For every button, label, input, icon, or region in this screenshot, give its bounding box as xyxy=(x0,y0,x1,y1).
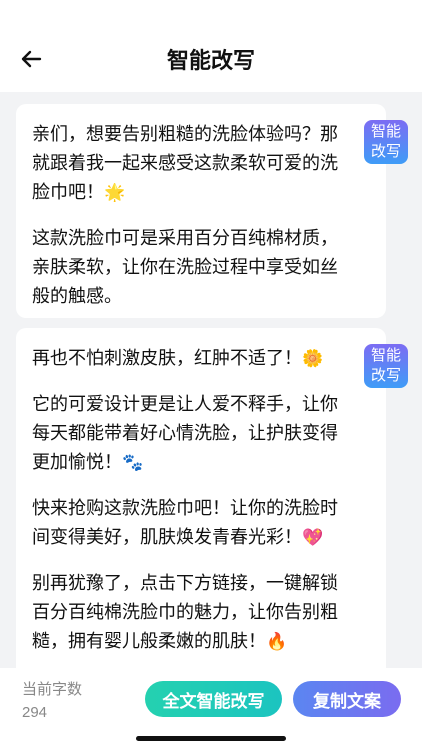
rewrite-all-button[interactable]: 全文智能改写 xyxy=(145,681,282,717)
paragraph-text: 快来抢购这款洗脸巾吧！让你的洗脸时间变得美好，肌肤焕发青春光彩！ xyxy=(32,498,338,547)
heart-emoji: 💖 xyxy=(302,528,324,547)
paragraph-text: 它的可爱设计更是让人爱不释手，让你每天都能带着好心情洗脸，让护肤变得更加愉悦！ xyxy=(32,394,338,472)
paragraph-text: 亲们，想要告别粗糙的洗脸体验吗？那就跟着我一起来感受这款柔软可爱的洗脸巾吧！ xyxy=(32,124,338,202)
card-paragraph: 亲们，想要告别粗糙的洗脸体验吗？那就跟着我一起来感受这款柔软可爱的洗脸巾吧！🌟 xyxy=(32,120,354,207)
star-emoji: 🌟 xyxy=(104,183,126,202)
rewrite-card: 再也不怕刺激皮肤，红肿不适了！🌼 它的可爱设计更是让人爱不释手，让你每天都能带着… xyxy=(16,328,408,688)
header-bar: 智能改写 xyxy=(0,0,422,92)
rewrite-card: 亲们，想要告别粗糙的洗脸体验吗？那就跟着我一起来感受这款柔软可爱的洗脸巾吧！🌟 … xyxy=(16,104,408,318)
word-count-value: 294 xyxy=(22,704,48,721)
home-indicator xyxy=(136,736,286,741)
paw-emoji: 🐾 xyxy=(122,453,144,472)
copy-text-button[interactable]: 复制文案 xyxy=(293,681,401,717)
card-paragraph: 快来抢购这款洗脸巾吧！让你的洗脸时间变得美好，肌肤焕发青春光彩！💖 xyxy=(32,494,354,552)
card-paragraph: 这款洗脸巾可是采用百分百纯棉材质，亲肤柔软，让你在洗脸过程中享受如丝般的触感。 xyxy=(32,224,354,311)
smart-rewrite-badge[interactable]: 智能改写 xyxy=(364,344,408,388)
fire-emoji: 🔥 xyxy=(266,632,288,651)
card-paragraph: 再也不怕刺激皮肤，红肿不适了！🌼 xyxy=(32,344,354,373)
smart-rewrite-badge[interactable]: 智能改写 xyxy=(364,120,408,164)
page-title: 智能改写 xyxy=(166,48,255,73)
card-paragraph: 它的可爱设计更是让人爱不释手，让你每天都能带着好心情洗脸，让护肤变得更加愉悦！🐾 xyxy=(32,390,354,477)
word-count-label: 当前字数 xyxy=(22,681,83,698)
paragraph-text: 这款洗脸巾可是采用百分百纯棉材质，亲肤柔软，让你在洗脸过程中享受如丝般的触感。 xyxy=(32,228,338,306)
flower-emoji: 🌼 xyxy=(302,349,324,368)
paragraph-text: 再也不怕刺激皮肤，红肿不适了！ xyxy=(32,348,302,368)
paragraph-text: 别再犹豫了，点击下方链接，一键解锁百分百纯棉洗脸巾的魅力，让你告别粗糙，拥有婴儿… xyxy=(32,573,338,651)
card-paragraph: 别再犹豫了，点击下方链接，一键解锁百分百纯棉洗脸巾的魅力，让你告别粗糙，拥有婴儿… xyxy=(32,569,354,656)
